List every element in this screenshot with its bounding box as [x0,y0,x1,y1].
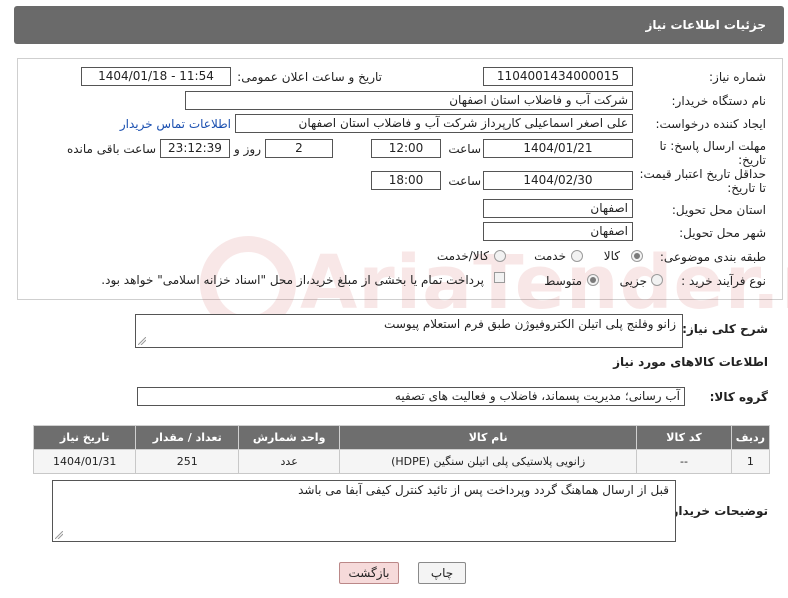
table-row: 1 -- زانویی پلاستیکی پلی اتیلن سنگین (HD… [32,449,771,474]
process-radio-minor[interactable] [651,274,663,286]
price-validity-date-field: 1404/02/30 [483,171,633,190]
need-number-label: شماره نیاز: [709,70,766,84]
goods-group-field: آب رسانی؛ مدیریت پسماند، فاضلاب و فعالیت… [137,387,685,406]
delivery-province-field: اصفهان [483,199,633,218]
treasury-payment-checkbox[interactable] [494,272,505,283]
buyer-notes-label: توضیحات خریدار: [666,504,768,518]
goods-table-header: ردیف کد کالا نام کالا واحد شمارش تعداد /… [32,425,771,450]
page-header: جزئیات اطلاعات نیاز [14,6,784,44]
goods-info-title: اطلاعات کالاهای مورد نیاز [613,355,768,369]
remaining-time-label: ساعت باقی مانده [66,142,156,156]
page-title: جزئیات اطلاعات نیاز [645,18,766,32]
reply-deadline-days-field: 2 [265,139,333,158]
category-option-service: خدمت [534,249,566,263]
purchase-process-label: نوع فرآیند خرید : [681,274,766,288]
resize-grip-icon [55,531,63,539]
reply-deadline-days-label: روز و [234,142,261,156]
delivery-city-field: اصفهان [483,222,633,241]
requester-label: ایجاد کننده درخواست: [655,117,766,131]
reply-deadline-date-field: 1404/01/21 [483,139,633,158]
goods-table: ردیف کد کالا نام کالا واحد شمارش تعداد /… [32,425,771,474]
resize-grip-icon [138,337,146,345]
price-validity-time-field: 18:00 [371,171,441,190]
need-number-field: 1104001434000015 [483,67,633,86]
price-validity-label-2: تا تاریخ: [727,181,766,195]
process-option-medium: متوسط [544,274,582,288]
back-button[interactable]: بازگشت [339,562,399,584]
cell-row-number: 1 [730,449,771,474]
cell-quantity: 251 [135,449,240,474]
delivery-city-label: شهر محل تحویل: [679,226,766,240]
delivery-province-label: استان محل تحویل: [671,203,766,217]
category-radio-goods[interactable] [631,250,643,262]
cell-need-date: 1404/01/31 [32,449,137,474]
process-option-minor: جزیی [619,274,647,288]
goods-group-label: گروه کالا: [709,390,768,404]
description-text: زانو وفلنج پلی اتیلن الکتروفیوژن طبق فرم… [384,317,676,331]
treasury-payment-note: پرداخت تمام یا بخشی از مبلغ خرید،از محل … [101,273,484,287]
category-radio-goods-service[interactable] [494,250,506,262]
category-label: طبقه بندی موضوعی: [659,250,766,264]
col-unit: واحد شمارش [238,425,341,450]
col-row-number: ردیف [730,425,771,450]
buyer-org-label: نام دستگاه خریدار: [671,94,767,108]
description-label: شرح کلی نیاز: [682,322,768,336]
reply-deadline-time-label: ساعت [448,142,481,156]
buyer-notes-text: قبل از ارسال هماهنگ گردد وپرداخت پس از ت… [298,483,669,497]
announce-datetime-field: 1404/01/18 - 11:54 [81,67,231,86]
category-option-goods: کالا [603,249,620,263]
reply-deadline-label-1: مهلت ارسال پاسخ: تا [659,139,766,153]
remaining-time-field: 23:12:39 [160,139,230,158]
col-need-date: تاریخ نیاز [32,425,137,450]
buyer-org-field: شرکت آب و فاضلاب استان اصفهان [185,91,633,110]
buyer-contact-link[interactable]: اطلاعات تماس خریدار [120,117,231,131]
col-goods-code: کد کالا [636,425,732,450]
category-option-goods-service: کالا/خدمت [436,249,489,263]
price-validity-label-1: حداقل تاریخ اعتبار قیمت: [639,167,766,181]
cell-unit: عدد [238,449,341,474]
announce-datetime-label: تاریخ و ساعت اعلان عمومی: [237,70,382,84]
description-textarea: زانو وفلنج پلی اتیلن الکتروفیوژن طبق فرم… [135,314,683,348]
category-radio-service[interactable] [571,250,583,262]
price-validity-time-label: ساعت [448,174,481,188]
buyer-notes-textarea: قبل از ارسال هماهنگ گردد وپرداخت پس از ت… [52,480,676,542]
cell-goods-name: زانویی پلاستیکی پلی اتیلن سنگین (HDPE) [339,449,638,474]
reply-deadline-time-field: 12:00 [371,139,441,158]
reply-deadline-label-2: تاریخ: [738,153,766,167]
process-radio-medium[interactable] [587,274,599,286]
requester-field: علی اصغر اسماعیلی کارپرداز شرکت آب و فاض… [235,114,633,133]
col-goods-name: نام کالا [339,425,638,450]
cell-goods-code: -- [636,449,732,474]
print-button[interactable]: چاپ [418,562,466,584]
col-quantity: تعداد / مقدار [135,425,240,450]
